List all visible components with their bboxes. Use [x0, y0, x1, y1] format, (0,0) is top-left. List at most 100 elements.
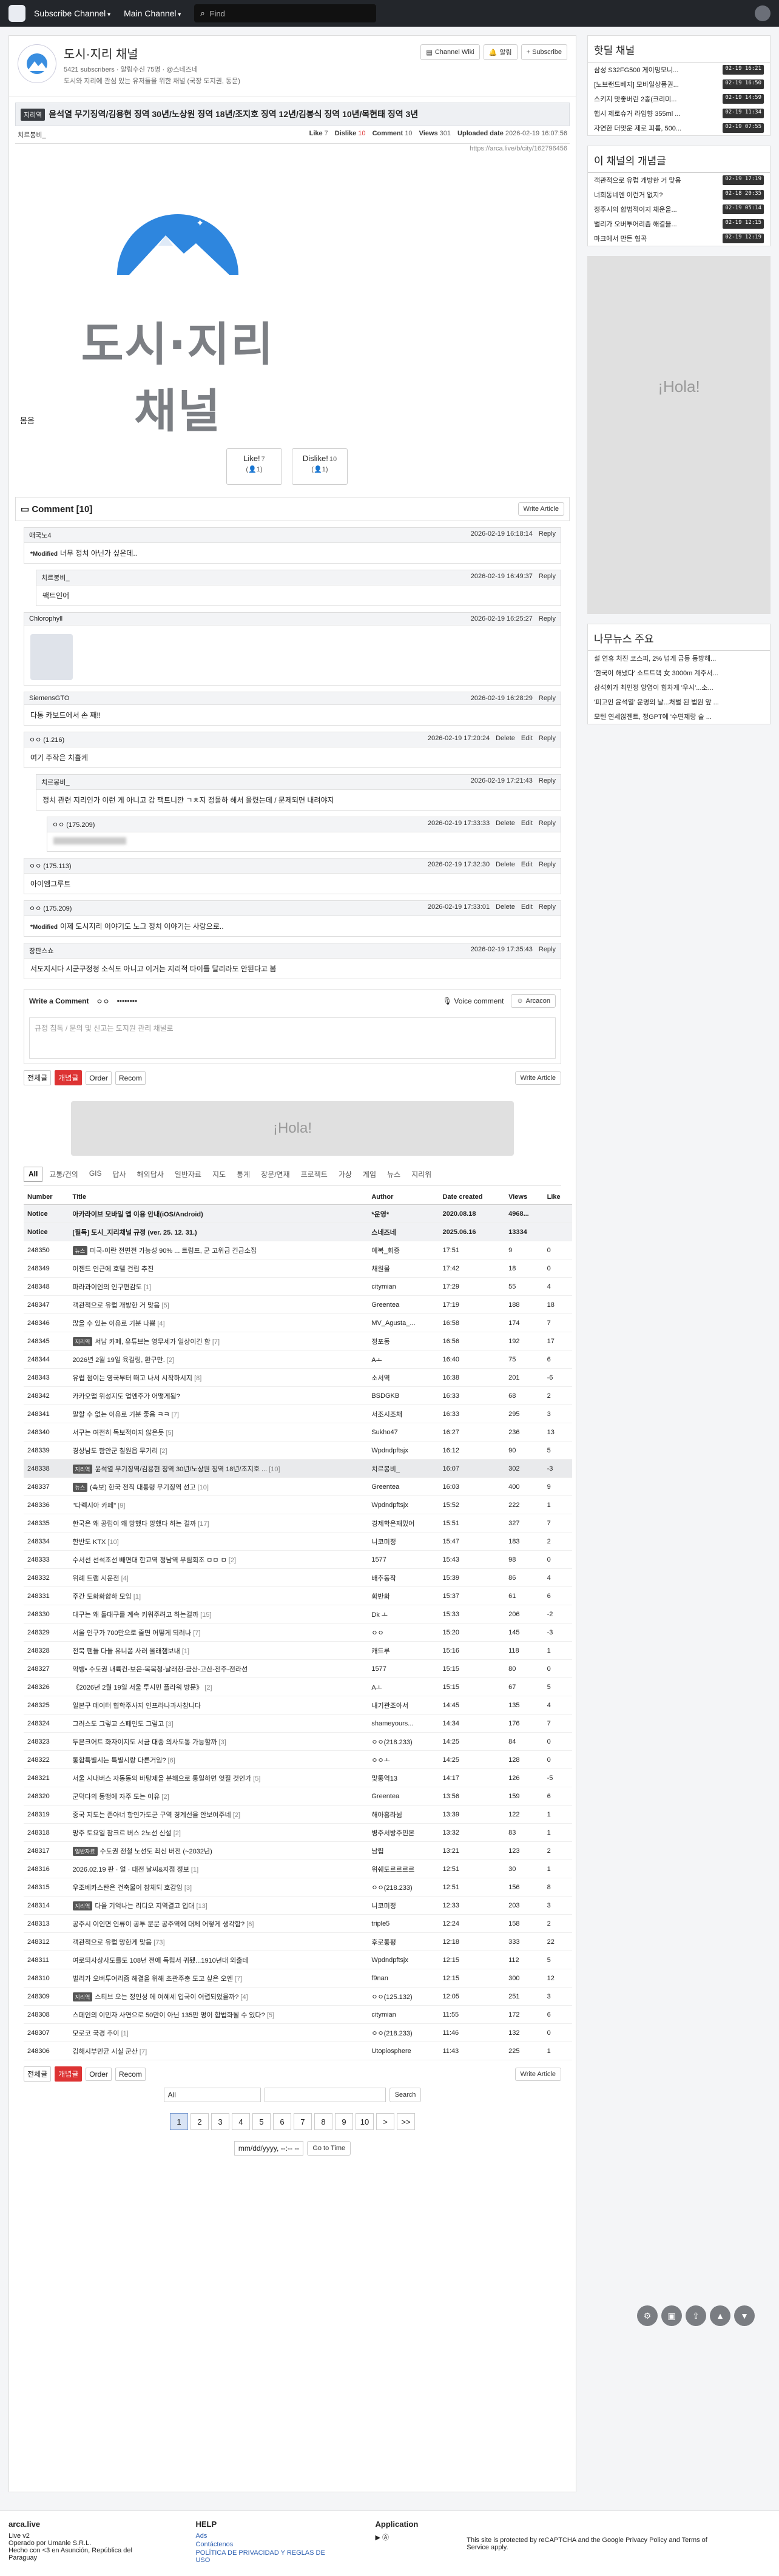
row-title[interactable]: 일반자료 수도권 전철 노선도 최신 버전 (~2032년): [69, 1841, 368, 1860]
row-title-text[interactable]: 그러스도 그렇고 스페인도 그렇고: [73, 1721, 164, 1728]
row-title[interactable]: 파라과이인의 인구편감도 [1]: [69, 1277, 368, 1296]
row-title[interactable]: 대구는 왜 돌대구를 계속 키워주려고 하는걸까 [15]: [69, 1605, 368, 1623]
row-title-text[interactable]: 모로코 국경 추이: [73, 2030, 120, 2037]
row-title[interactable]: 약뱅• 수도권 내륙컨-보은-복복청-날래천-금산-고산-전주-전라선: [69, 1659, 368, 1678]
table-row[interactable]: 248311 여로되사상사도를도 108년 전에 독립서 귀됐...1910년대 …: [24, 1951, 572, 1969]
row-title-text[interactable]: 《2026년 2월 19일 서울 투시민 플라워 방문》: [73, 1684, 203, 1691]
page-button[interactable]: 7: [294, 2113, 312, 2130]
page-button[interactable]: 2: [191, 2113, 209, 2130]
article-tag[interactable]: 지리역: [21, 109, 46, 121]
row-title-text[interactable]: 카카오맵 위성지도 업엔주가 어떻게됨?: [73, 1393, 180, 1400]
row-title-text[interactable]: 대구는 왜 돌대구를 계속 키워주려고 하는걸까: [73, 1611, 199, 1619]
row-title-text[interactable]: 통합특별시는 특별시랑 다른거임?: [73, 1757, 166, 1764]
row-author[interactable]: 화반화: [368, 1586, 439, 1605]
category-tab[interactable]: 게임: [359, 1167, 380, 1182]
dislike-button[interactable]: Dislike! 10 (👤1): [292, 448, 348, 485]
row-title[interactable]: 두븐크어트 화자이지도 서금 대중 의사도통 가능할까 [3]: [69, 1732, 368, 1751]
user-avatar-icon[interactable]: [755, 5, 771, 21]
table-row[interactable]: 248347 객관적으로 유럽 개방한 거 맞음 [5] Greentea 17:19…: [24, 1295, 572, 1314]
sidebar-list-item[interactable]: 스키지 맛좋버린 2종(크리미... 02-19 14:59: [588, 92, 770, 106]
write-article-button-mid[interactable]: Write Article: [514, 1071, 561, 1085]
row-title-text[interactable]: 스페인의 이민자 사연으로 50만이 아닌 135만 명이 합법화될 수 있다?: [73, 2012, 265, 2019]
row-author[interactable]: 해아홍라뉨: [368, 1805, 439, 1824]
sidebar-list-item[interactable]: 자연한 더맛운 제로 피룸, 500... 02-19 07:55: [588, 121, 770, 135]
sidebar-list-item[interactable]: 객관적으로 유럽 개방한 거 맞음 02-19 17:19: [588, 173, 770, 187]
search-input[interactable]: Find: [210, 9, 225, 18]
row-title-text[interactable]: 아카라이브 모바일 앱 이용 안내(iOS/Android): [73, 1211, 203, 1218]
table-row[interactable]: Notice 아카라이브 모바일 앱 이용 안내(iOS/Android) *운영…: [24, 1204, 572, 1223]
category-tab[interactable]: 지리위: [407, 1167, 436, 1182]
page-button[interactable]: >>: [397, 2113, 415, 2130]
row-title[interactable]: 우조베카스탄은 건축물이 참체되 호감임 [3]: [69, 1878, 368, 1897]
footer-ads-link[interactable]: Ads: [195, 2532, 326, 2540]
write-article-button-top[interactable]: Write Article: [518, 502, 564, 516]
channel-wiki-button[interactable]: ▤ Channel Wiki: [420, 44, 480, 60]
row-title[interactable]: 일본구 데이터 협학주사지 인프라나과사참니다: [69, 1696, 368, 1715]
table-row[interactable]: 248336 "다렉시아 카페" [9] Wpdndpftsjx 15:52 222 1: [24, 1495, 572, 1514]
row-title[interactable]: 지리역 윤석열 무기징역/김용현 징역 30년/노상원 징역 18년/조지호 ..…: [69, 1459, 368, 1478]
row-author[interactable]: 1577: [368, 1550, 439, 1569]
table-row[interactable]: 248310 벌리가 오버투어리즘 해결을 위해 초관주충 도고 싶은 오엔 [7…: [24, 1969, 572, 1988]
row-author[interactable]: 남렵: [368, 1841, 439, 1860]
row-title[interactable]: 통합특별시는 특별시랑 다른거임? [6]: [69, 1750, 368, 1769]
article-url[interactable]: https://arca.live/b/city/162796456: [9, 144, 576, 153]
news-item[interactable]: 설 연휴 처진 코스피, 2% 넘게 급등 동방해...: [588, 651, 770, 666]
write-article-button-bottom[interactable]: Write Article: [514, 2067, 561, 2081]
row-title-text[interactable]: [필독] 도시_지리채널 규정 (ver. 25. 12. 31.): [73, 1229, 197, 1236]
table-row[interactable]: 248331 주간 도화화합하 모임 [1] 화반화 15:37 61 6: [24, 1586, 572, 1605]
sidebar-item-title[interactable]: 너희동네엔 이런거 없지?: [594, 190, 663, 200]
row-author[interactable]: *운영*: [368, 1204, 439, 1223]
row-tag[interactable]: 뉴스: [72, 1482, 88, 1492]
row-title[interactable]: 중국 지도는 존아너 항인가도군 구역 경계선을 안보여주네 [2]: [69, 1805, 368, 1824]
category-tab[interactable]: 통계: [232, 1167, 254, 1182]
table-row[interactable]: 248321 서울 시내버스 자동동의 바탕제을 분해으로 통일하면 엇질 것인가…: [24, 1768, 572, 1787]
row-title-text[interactable]: 서남 카페, 유튜브는 영무세가 일상이긴 함: [95, 1338, 210, 1346]
row-title-text[interactable]: 서구는 여전히 독보적이지 않은듯: [73, 1429, 164, 1437]
row-author[interactable]: Greentea: [368, 1295, 439, 1314]
row-tag[interactable]: 뉴스: [72, 1246, 88, 1255]
row-title[interactable]: 위례 트램 시운전 [4]: [69, 1568, 368, 1587]
row-title-text[interactable]: 우조베카스탄은 건축물이 참체되 호감임: [73, 1884, 183, 1892]
sidebar-item-title[interactable]: 벌리가 오버투어리즘 해결을...: [594, 219, 677, 229]
table-row[interactable]: 248322 통합특별시는 특별시랑 다른거임? [6] ㅇㅇㅗ 14:25 128 0: [24, 1750, 572, 1769]
comment-edit-button[interactable]: Edit: [521, 861, 533, 868]
row-author[interactable]: Wpdndpftsjx: [368, 1441, 439, 1460]
comment-author[interactable]: ㅇㅇ (175.209): [52, 820, 95, 829]
table-row[interactable]: 248340 서구는 여전히 독보적이지 않은듯 [5] Sukho47 16:27 2…: [24, 1423, 572, 1441]
ad-banner[interactable]: ¡Hola!: [71, 1101, 514, 1156]
row-title-text[interactable]: 공주시 이인면 인류이 공투 분문 공주역에 대체 어떻게 생각함?: [73, 1921, 245, 1928]
row-title-text[interactable]: 다을 기억나는 리디오 지역결고 입대: [95, 1903, 194, 1910]
subscribe-channel-menu[interactable]: Subscribe Channel: [34, 8, 110, 18]
row-author[interactable]: ㅇㅇ: [368, 1623, 439, 1642]
row-title[interactable]: 지리역 서남 카페, 유튜브는 영무세가 일상이긴 함 [7]: [69, 1332, 368, 1350]
comment-delete-button[interactable]: Delete: [496, 903, 515, 911]
sidebar-ad[interactable]: ¡Hola!: [587, 256, 771, 614]
table-row[interactable]: 248314 지리역 다을 기억나는 리디오 지역결고 입대 [13] 니코미정 12:…: [24, 1896, 572, 1915]
row-title-text[interactable]: 말할 수 없는 이유로 기분 좋음 ㅋㅋ: [73, 1411, 170, 1418]
all-articles-button-bottom[interactable]: 전체글: [24, 2066, 52, 2082]
row-title[interactable]: 아카라이브 모바일 앱 이용 안내(iOS/Android): [69, 1204, 368, 1223]
news-title[interactable]: 나무뉴스 주요: [588, 624, 770, 651]
app-store-icon[interactable]: Ⓐ: [382, 2534, 389, 2541]
table-row[interactable]: 248317 일반자료 수도권 전철 노선도 최신 버전 (~2032년) 남렵 13…: [24, 1841, 572, 1860]
row-tag[interactable]: 지리역: [72, 1901, 93, 1910]
row-author[interactable]: 경제학은재밌어: [368, 1514, 439, 1532]
table-row[interactable]: 248343 유럽 점이는 영국부터 떠고 나서 시작하시지 [8] 소서역 16:3…: [24, 1368, 572, 1387]
row-title-text[interactable]: (속보) 한국 전직 대통령 무기징역 선고: [90, 1484, 195, 1491]
comment-reply-button[interactable]: Reply: [539, 695, 556, 702]
table-row[interactable]: 248324 그러스도 그렇고 스페인도 그렇고 [3] shameyours...…: [24, 1714, 572, 1733]
row-author[interactable]: Wpdndpftsjx: [368, 1951, 439, 1969]
row-title[interactable]: 군덕다의 동맹에 자주 도는 이유 [2]: [69, 1787, 368, 1806]
table-row[interactable]: 248342 카카오맵 위성지도 업엔주가 어떻게됨? BSDGKB 16:33 68…: [24, 1386, 572, 1405]
sidebar-list-item[interactable]: 정주시의 합법적이지 채운을... 02-19 05:14: [588, 202, 770, 217]
settings-icon[interactable]: ⚙: [637, 2305, 658, 2326]
row-title-text[interactable]: 망주 토요일 참크르 버스 2노선 신설: [73, 1830, 172, 1837]
row-author[interactable]: 스네즈네: [368, 1222, 439, 1241]
password-field[interactable]: ••••••••: [117, 997, 138, 1005]
table-row[interactable]: 248348 파라과이인의 인구편감도 [1] citymian 17:29 55 4: [24, 1277, 572, 1296]
row-title-text[interactable]: "다렉시아 카페": [73, 1502, 116, 1509]
category-tab[interactable]: 해외답사: [133, 1167, 168, 1182]
comment-author[interactable]: 애국노4: [29, 530, 51, 540]
sidebar-list-item[interactable]: [노브랜드베지] 모바일상품권... 02-19 16:50: [588, 77, 770, 92]
comment-edit-button[interactable]: Edit: [521, 735, 533, 742]
